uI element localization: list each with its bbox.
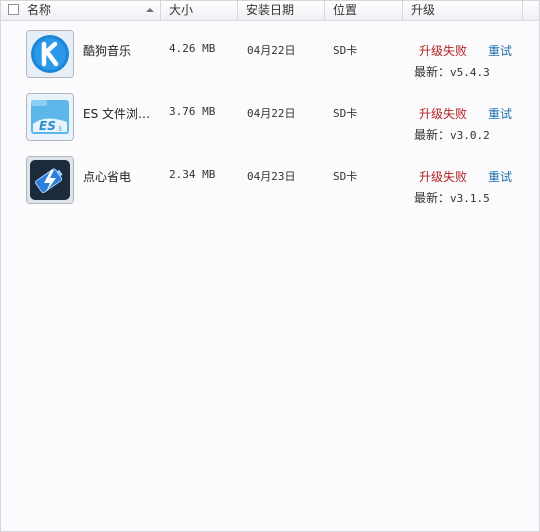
- install-location: SD卡: [333, 107, 358, 120]
- list-header: 名称 大小 安装日期 位置 升级: [1, 1, 539, 21]
- app-name: ES 文件浏…: [83, 107, 151, 121]
- upgrade-status: 升级失败: [419, 107, 468, 121]
- install-date: 04月23日: [247, 170, 296, 183]
- app-size: 3.76 MB: [169, 105, 216, 118]
- app-name: 点心省电: [83, 170, 132, 184]
- list-item[interactable]: 点心省电 2.34 MB 04月23日 SD卡 升级失败 重试 最新：v3.1.…: [1, 146, 539, 209]
- retry-button[interactable]: 重试: [488, 168, 512, 185]
- upgrade-status: 升级失败: [419, 44, 468, 58]
- latest-version: 最新：v5.4.3: [414, 65, 490, 79]
- latest-version: 最新：v3.0.2: [414, 128, 490, 142]
- battery-saver-icon: [26, 156, 74, 204]
- column-name-label: 名称: [27, 3, 52, 17]
- column-size[interactable]: 大小: [161, 1, 238, 20]
- upgrade-status: 升级失败: [419, 170, 468, 184]
- retry-button[interactable]: 重试: [488, 105, 512, 122]
- svg-text:ES: ES: [39, 119, 56, 133]
- select-all-checkbox[interactable]: [8, 4, 19, 15]
- install-location: SD卡: [333, 170, 358, 183]
- column-upgrade[interactable]: 升级: [403, 1, 523, 20]
- column-location[interactable]: 位置: [325, 1, 403, 20]
- install-date: 04月22日: [247, 107, 296, 120]
- kugou-icon: [26, 30, 74, 78]
- column-name[interactable]: 名称: [1, 1, 161, 20]
- list-item[interactable]: ES 3 ES 文件浏… 3.76 MB 04月22日 SD卡 升级失败 重试 …: [1, 83, 539, 146]
- app-size: 2.34 MB: [169, 168, 216, 181]
- list-item[interactable]: 酷狗音乐 4.26 MB 04月22日 SD卡 升级失败 重试 最新：v5.4.…: [1, 20, 539, 83]
- app-name: 酷狗音乐: [83, 44, 132, 58]
- es-file-explorer-icon: ES 3: [26, 93, 74, 141]
- column-install-date[interactable]: 安装日期: [238, 1, 325, 20]
- sort-ascending-icon: [146, 8, 154, 12]
- app-size: 4.26 MB: [169, 42, 216, 55]
- app-update-list: 名称 大小 安装日期 位置 升级 酷狗音乐 4.26 MB 04月22日 SD卡…: [0, 0, 540, 532]
- svg-text:3: 3: [58, 126, 62, 133]
- latest-version: 最新：v3.1.5: [414, 191, 490, 205]
- install-location: SD卡: [333, 44, 358, 57]
- install-date: 04月22日: [247, 44, 296, 57]
- retry-button[interactable]: 重试: [488, 42, 512, 59]
